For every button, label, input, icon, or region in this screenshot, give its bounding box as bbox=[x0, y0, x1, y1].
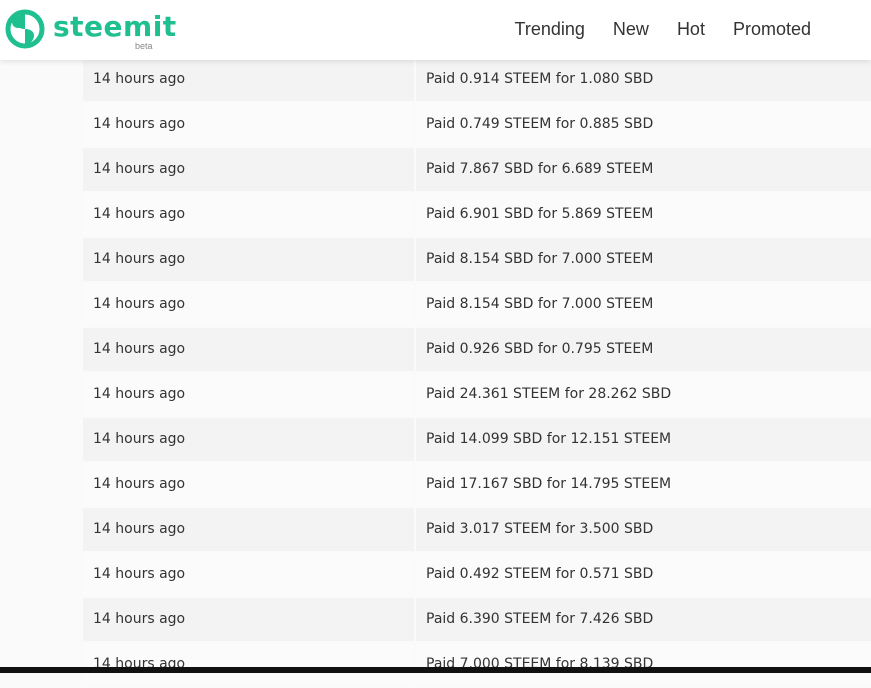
row-time: 14 hours ago bbox=[83, 238, 414, 281]
row-description: Paid 7.867 SBD for 6.689 STEEM bbox=[416, 148, 871, 191]
main-nav: Trending New Hot Promoted bbox=[487, 17, 811, 41]
row-time: 14 hours ago bbox=[83, 103, 414, 146]
row-time: 14 hours ago bbox=[83, 508, 414, 551]
row-description: Paid 3.017 STEEM for 3.500 SBD bbox=[416, 508, 871, 551]
beta-label: beta bbox=[135, 41, 153, 51]
table-row: 14 hours ago Paid 24.361 STEEM for 28.262… bbox=[83, 373, 871, 418]
row-description: Paid 0.492 STEEM for 0.571 SBD bbox=[416, 553, 871, 596]
row-description: Paid 6.901 SBD for 5.869 STEEM bbox=[416, 193, 871, 236]
table-row: 14 hours ago Paid 0.492 STEEM for 0.571 S… bbox=[83, 553, 871, 598]
row-description: Paid 0.749 STEEM for 0.885 SBD bbox=[416, 103, 871, 146]
table-row: 14 hours ago Paid 0.749 STEEM for 0.885 S… bbox=[83, 103, 871, 148]
row-description: Paid 17.167 SBD for 14.795 STEEM bbox=[416, 463, 871, 506]
table-row: 14 hours ago Paid 8.154 SBD for 7.000 STE… bbox=[83, 283, 871, 328]
row-description: Paid 24.361 STEEM for 28.262 SBD bbox=[416, 373, 871, 416]
table-row: 14 hours ago Paid 6.390 STEEM for 7.426 S… bbox=[83, 598, 871, 643]
row-description: Paid 14.099 SBD for 12.151 STEEM bbox=[416, 418, 871, 461]
nav-trending[interactable]: Trending bbox=[515, 17, 585, 41]
brand-name[interactable]: steemit bbox=[53, 10, 177, 43]
bottom-edge bbox=[0, 667, 871, 673]
table-row: 14 hours ago Paid 17.167 SBD for 14.795 S… bbox=[83, 463, 871, 508]
row-time: 14 hours ago bbox=[83, 373, 414, 416]
nav-promoted[interactable]: Promoted bbox=[733, 17, 811, 41]
table-row: 14 hours ago Paid 7.000 STEEM for 8.139 S… bbox=[83, 643, 871, 688]
table-row: 14 hours ago Paid 14.099 SBD for 12.151 S… bbox=[83, 418, 871, 463]
table-row: 14 hours ago Paid 6.901 SBD for 5.869 STE… bbox=[83, 193, 871, 238]
table-row: 14 hours ago Paid 8.154 SBD for 7.000 STE… bbox=[83, 238, 871, 283]
row-time: 14 hours ago bbox=[83, 418, 414, 461]
row-description: Paid 8.154 SBD for 7.000 STEEM bbox=[416, 238, 871, 281]
row-description: Paid 8.154 SBD for 7.000 STEEM bbox=[416, 283, 871, 326]
table-row: 14 hours ago Paid 0.926 SBD for 0.795 STE… bbox=[83, 328, 871, 373]
row-description: Paid 6.390 STEEM for 7.426 SBD bbox=[416, 598, 871, 641]
row-time: 14 hours ago bbox=[83, 58, 414, 101]
nav-hot[interactable]: Hot bbox=[677, 17, 705, 41]
row-time: 14 hours ago bbox=[83, 148, 414, 191]
row-description: Paid 0.926 SBD for 0.795 STEEM bbox=[416, 328, 871, 371]
row-time: 14 hours ago bbox=[83, 553, 414, 596]
row-description: Paid 7.000 STEEM for 8.139 SBD bbox=[416, 643, 871, 686]
row-description: Paid 0.914 STEEM for 1.080 SBD bbox=[416, 58, 871, 101]
nav-new[interactable]: New bbox=[613, 17, 649, 41]
top-header: steemit beta Trending New Hot Promoted bbox=[0, 0, 871, 60]
row-time: 14 hours ago bbox=[83, 283, 414, 326]
table-row: 14 hours ago Paid 3.017 STEEM for 3.500 S… bbox=[83, 508, 871, 553]
table-row: 14 hours ago Paid 0.914 STEEM for 1.080 S… bbox=[83, 58, 871, 103]
row-time: 14 hours ago bbox=[83, 598, 414, 641]
market-history-table: 14 hours ago Paid 0.914 STEEM for 1.080 S… bbox=[83, 58, 871, 688]
row-time: 14 hours ago bbox=[83, 463, 414, 506]
row-time: 14 hours ago bbox=[83, 328, 414, 371]
steemit-logo-icon[interactable] bbox=[5, 9, 45, 49]
table-row: 14 hours ago Paid 7.867 SBD for 6.689 STE… bbox=[83, 148, 871, 193]
row-time: 14 hours ago bbox=[83, 193, 414, 236]
row-time: 14 hours ago bbox=[83, 643, 414, 686]
